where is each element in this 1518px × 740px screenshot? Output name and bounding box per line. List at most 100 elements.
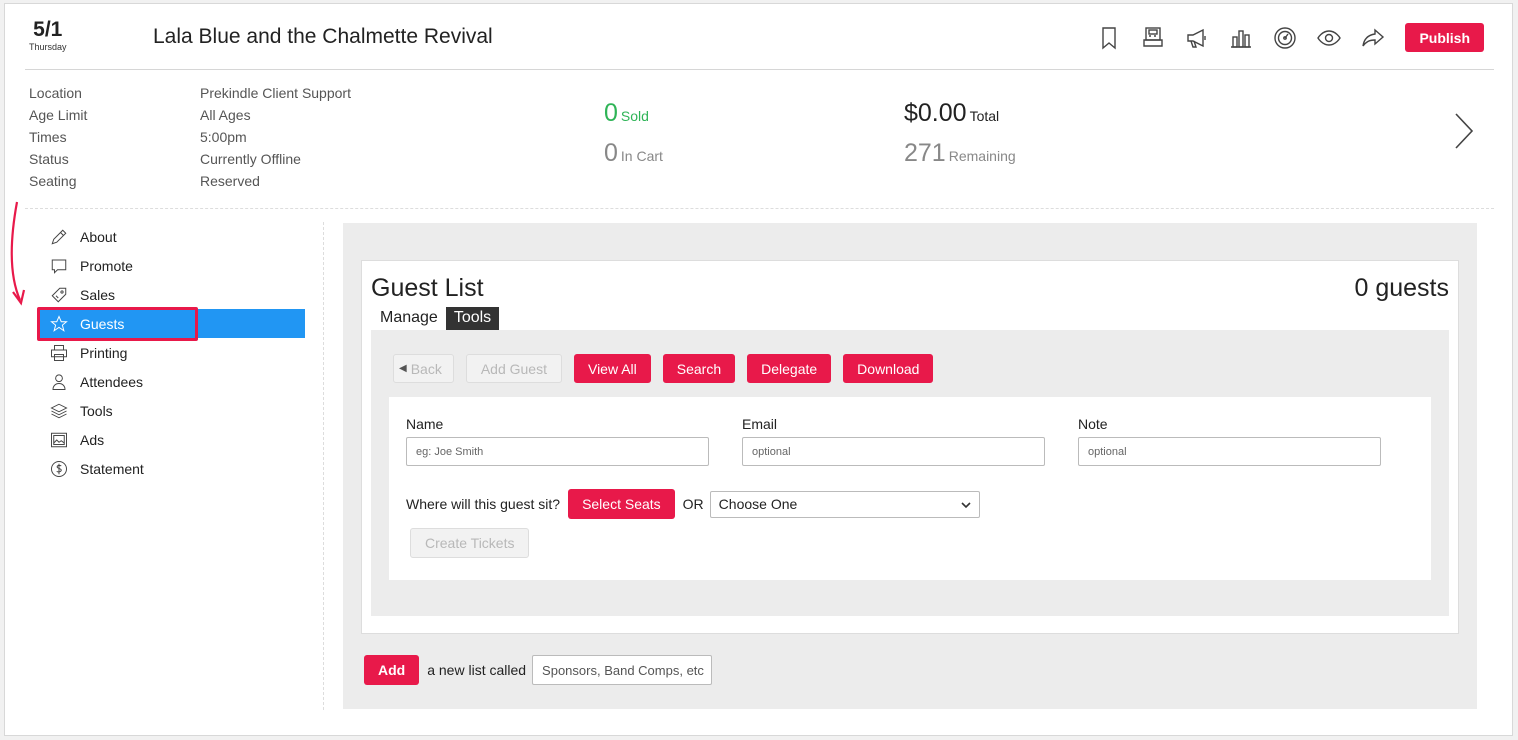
note-field: Note — [1078, 416, 1381, 466]
add-list-row: Add a new list called — [364, 655, 713, 685]
info-label: Status — [29, 151, 69, 167]
view-all-button[interactable]: View All — [573, 354, 651, 383]
bar-chart-icon[interactable] — [1229, 25, 1253, 51]
add-guest-form: Name Email Note Where will this guest si… — [389, 397, 1431, 580]
register-icon[interactable] — [1141, 25, 1165, 51]
remaining-label: Remaining — [948, 148, 1016, 164]
email-label: Email — [742, 416, 778, 432]
info-row-age-limit: Age Limit All Ages — [29, 104, 351, 126]
sidebar-item-ads[interactable]: Ads — [40, 425, 305, 454]
create-tickets-button[interactable]: Create Tickets — [410, 528, 530, 558]
sidebar-item-label: Statement — [80, 460, 144, 477]
select-seats-button[interactable]: Select Seats — [568, 489, 675, 519]
tab-tools[interactable]: Tools — [445, 307, 500, 331]
info-divider — [25, 208, 1494, 209]
sidebar-item-guests[interactable]: Guests — [40, 309, 305, 338]
sidebar-item-label: About — [80, 228, 117, 245]
date-weekday: Thursday — [29, 42, 67, 52]
email-input[interactable] — [742, 437, 1045, 466]
bookmark-icon[interactable] — [1097, 25, 1121, 51]
sidebar-item-promote[interactable]: Promote — [40, 251, 305, 280]
info-row-location: Location Prekindle Client Support — [29, 82, 351, 104]
info-value: Reserved — [200, 173, 260, 189]
seat-question: Where will this guest sit? — [406, 496, 561, 512]
note-input[interactable] — [1078, 437, 1381, 466]
event-date: 5/1 Thursday — [29, 18, 67, 52]
name-field: Name — [406, 416, 709, 466]
event-title: Lala Blue and the Chalmette Revival — [153, 25, 493, 48]
info-value: Prekindle Client Support — [200, 85, 351, 101]
caret-left-icon: ◀ — [399, 363, 407, 374]
seat-selection-row: Where will this guest sit? Select Seats … — [406, 489, 980, 519]
back-label: Back — [410, 360, 442, 377]
header-divider — [25, 69, 1494, 70]
total-label: Total — [969, 108, 1000, 124]
ticket-counts: 0 Sold 0 In Cart — [604, 99, 663, 179]
person-icon — [49, 372, 69, 392]
remaining-count: 271 — [904, 139, 946, 167]
add-guest-button[interactable]: Add Guest — [465, 354, 562, 383]
sidebar-item-label: Tools — [80, 402, 113, 419]
megaphone-icon[interactable] — [1185, 25, 1209, 51]
eye-icon[interactable] — [1317, 25, 1342, 51]
sold-label: Sold — [620, 108, 649, 124]
pencil-icon — [49, 227, 69, 247]
sidebar-item-label: Printing — [80, 344, 128, 361]
info-row-status: Status Currently Offline — [29, 148, 351, 170]
image-icon — [49, 430, 69, 450]
chevron-down-icon — [961, 496, 971, 512]
tab-manage[interactable]: Manage — [372, 307, 446, 331]
add-list-text: a new list called — [427, 662, 527, 678]
info-label: Seating — [29, 173, 77, 189]
search-button[interactable]: Search — [662, 354, 736, 383]
guest-list-tabs: Manage Tools — [372, 307, 500, 331]
sidebar-item-sales[interactable]: Sales — [40, 280, 305, 309]
sidebar-item-label: Ads — [80, 431, 105, 448]
total-stat: $0.00 Total — [904, 99, 1016, 139]
revenue-counts: $0.00 Total 271 Remaining — [904, 99, 1016, 179]
info-value: All Ages — [200, 107, 251, 123]
info-label: Age Limit — [29, 107, 88, 123]
printer-icon — [49, 343, 69, 363]
guests-panel: Guest List 0 guests Manage Tools ◀ Back … — [343, 223, 1477, 709]
sold-count: 0 — [604, 99, 618, 127]
info-label: Location — [29, 85, 82, 101]
guest-list-card: Guest List 0 guests Manage Tools ◀ Back … — [361, 260, 1459, 634]
back-button[interactable]: ◀ Back — [393, 354, 454, 383]
cart-stat: 0 In Cart — [604, 139, 663, 179]
info-row-times: Times 5:00pm — [29, 126, 351, 148]
date-number: 5/1 — [33, 18, 63, 41]
sidebar-item-tools[interactable]: Tools — [40, 396, 305, 425]
sidebar-item-printing[interactable]: Printing — [40, 338, 305, 367]
sidebar-item-label: Attendees — [80, 373, 144, 390]
note-label: Note — [1078, 416, 1108, 432]
chevron-right-icon[interactable] — [1454, 112, 1474, 155]
new-list-name-input[interactable] — [532, 655, 713, 685]
add-list-button[interactable]: Add — [364, 655, 420, 685]
sidebar-item-attendees[interactable]: Attendees — [40, 367, 305, 396]
speech-bubble-icon — [49, 256, 69, 276]
name-label: Name — [406, 416, 444, 432]
annotation-arrow — [10, 201, 26, 306]
delegate-button[interactable]: Delegate — [747, 354, 832, 383]
dashboard-icon[interactable] — [1273, 25, 1297, 51]
sidebar-item-about[interactable]: About — [40, 222, 305, 251]
sidebar-item-statement[interactable]: Statement — [40, 454, 305, 483]
guest-list-title: Guest List — [371, 274, 484, 302]
tag-icon — [49, 285, 69, 305]
seat-section-select[interactable]: Choose One — [709, 490, 980, 518]
share-icon[interactable] — [1361, 25, 1385, 51]
info-value: 5:00pm — [200, 129, 247, 145]
download-button[interactable]: Download — [843, 354, 934, 383]
guest-actions: ◀ Back Add Guest View All Search Delegat… — [393, 354, 945, 383]
cart-count: 0 — [604, 139, 618, 167]
name-input[interactable] — [406, 437, 709, 466]
guest-count: 0 guests — [1354, 274, 1449, 302]
info-label: Times — [29, 129, 67, 145]
sidebar-item-label: Sales — [80, 286, 116, 303]
remaining-stat: 271 Remaining — [904, 139, 1016, 179]
layers-icon — [49, 401, 69, 421]
publish-button[interactable]: Publish — [1405, 23, 1484, 52]
sidebar-item-label: Promote — [80, 257, 133, 274]
cart-label: In Cart — [620, 148, 663, 164]
